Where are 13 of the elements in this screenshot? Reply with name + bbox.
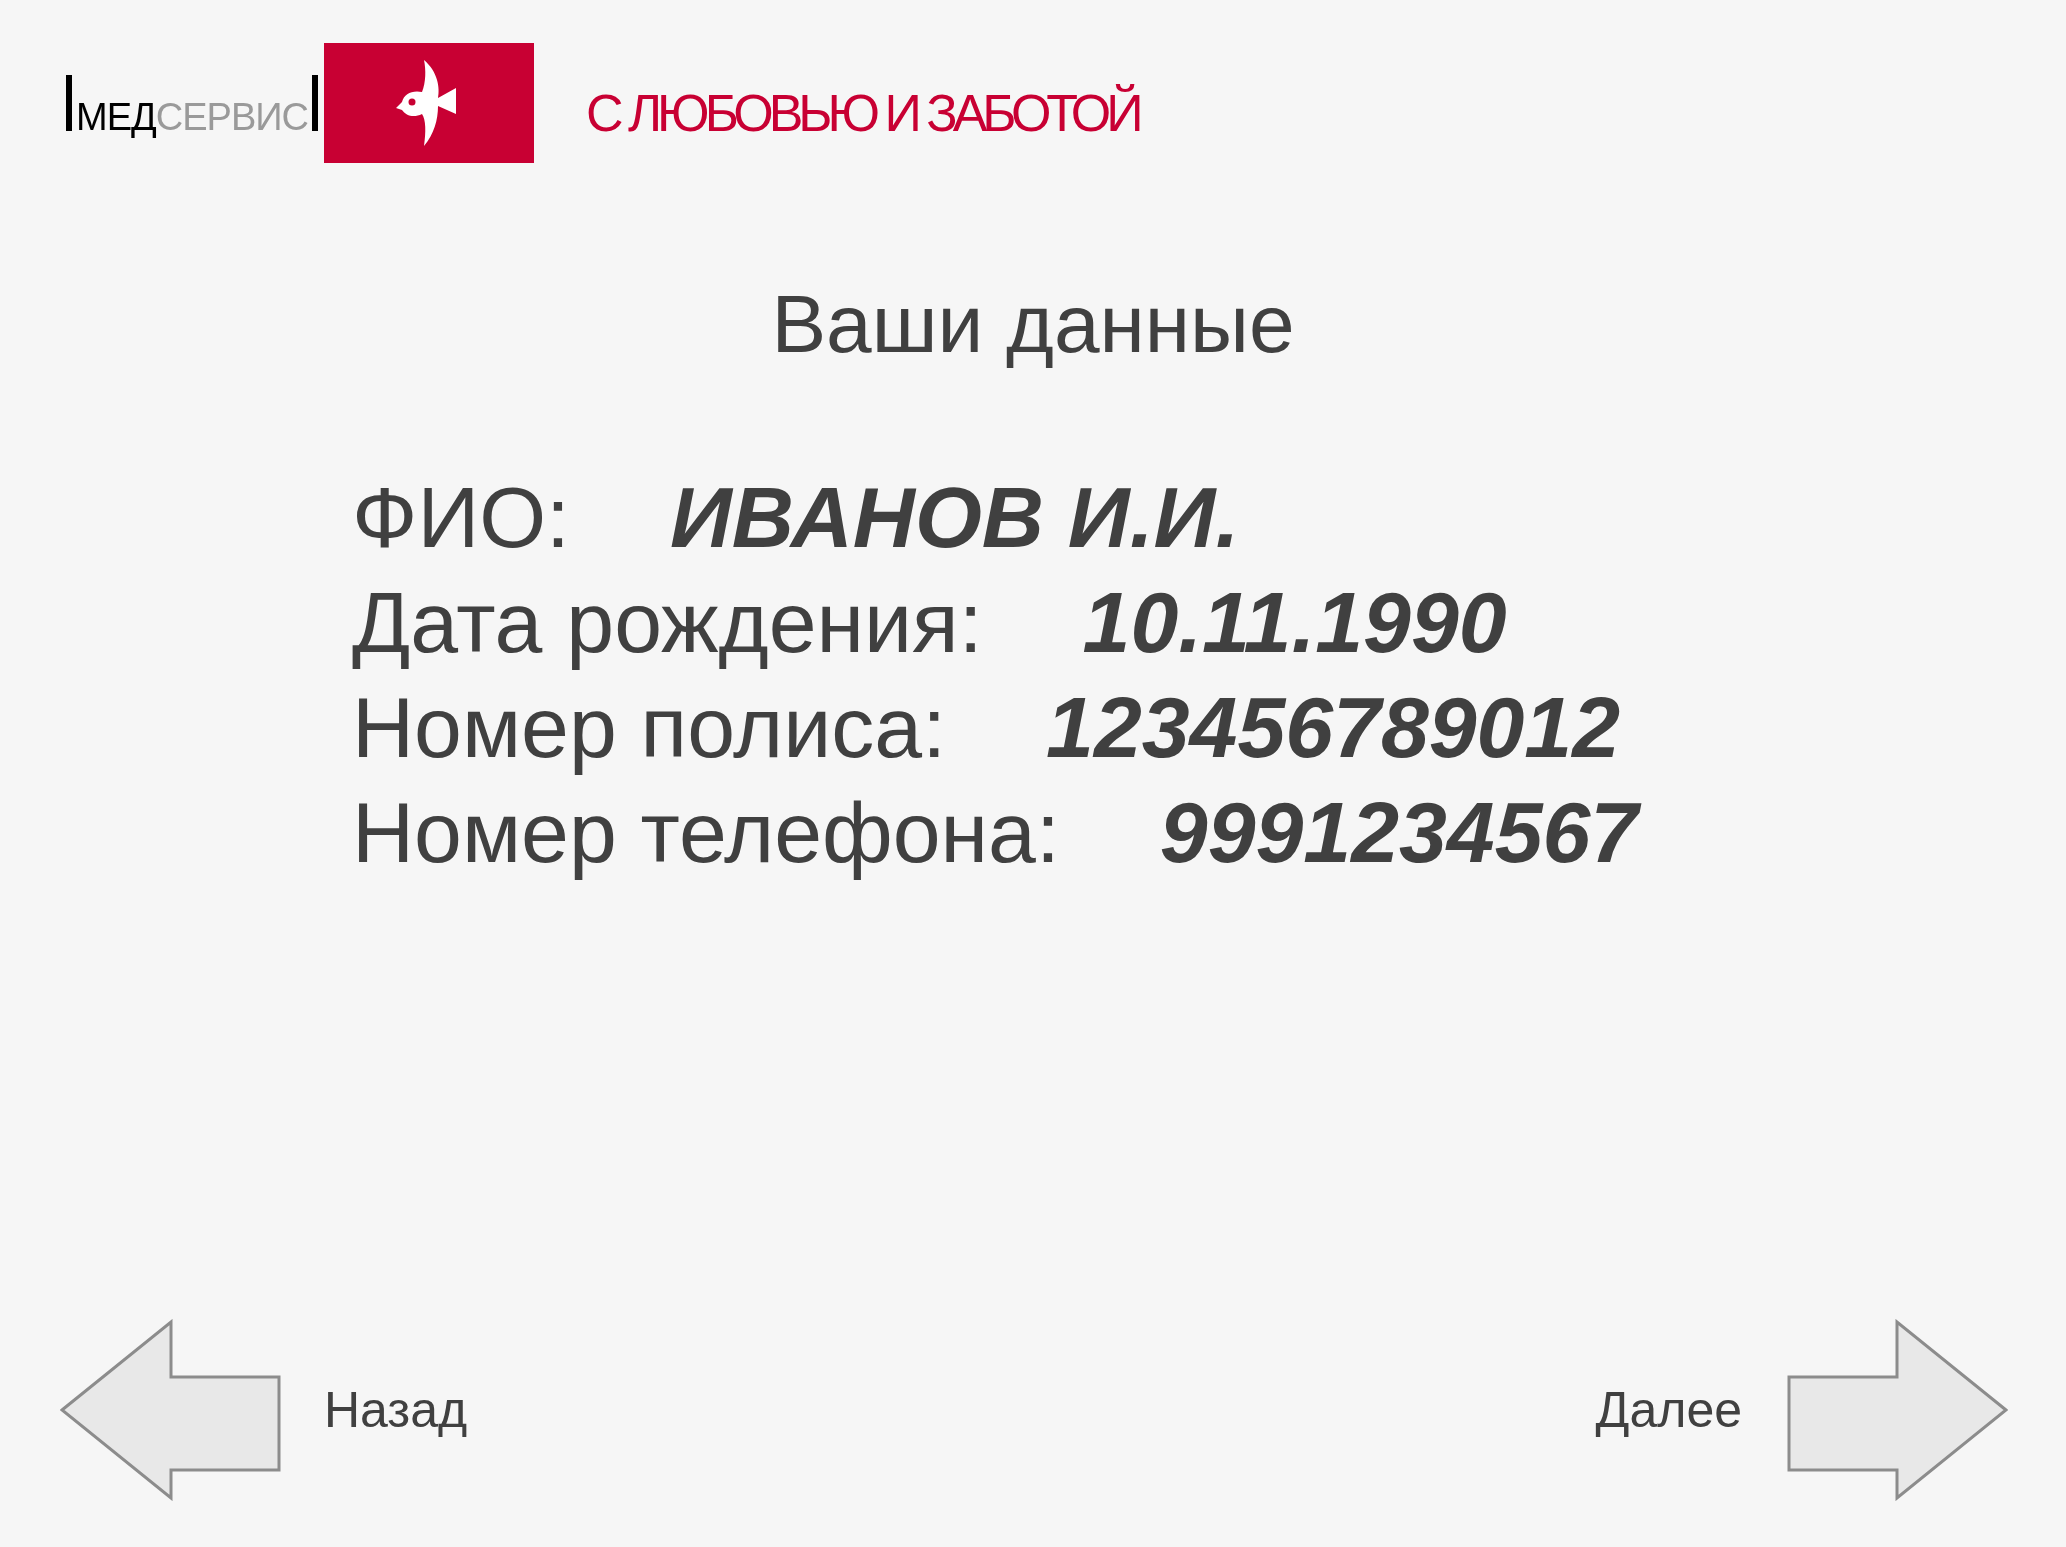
field-label: Номер полиса: xyxy=(352,679,947,775)
tagline: С ЛЮБОВЬЮ И ЗАБОТОЙ xyxy=(586,83,1139,143)
next-label[interactable]: Далее xyxy=(1595,1381,1742,1439)
next-arrow-button[interactable] xyxy=(1786,1319,2008,1501)
back-label[interactable]: Назад xyxy=(324,1381,468,1439)
field-label: ФИО: xyxy=(352,469,570,565)
field-label: Дата рождения: xyxy=(352,574,983,670)
field-value: 123456789012 xyxy=(1046,679,1621,775)
brand-logo: МЕДСЕРВИС xyxy=(62,67,322,139)
back-arrow-button[interactable] xyxy=(60,1319,282,1501)
field-value: 10.11.1990 xyxy=(1082,574,1507,670)
field-value: ИВАНОВ И.И. xyxy=(670,469,1240,565)
field-label: Номер телефона: xyxy=(352,784,1060,880)
